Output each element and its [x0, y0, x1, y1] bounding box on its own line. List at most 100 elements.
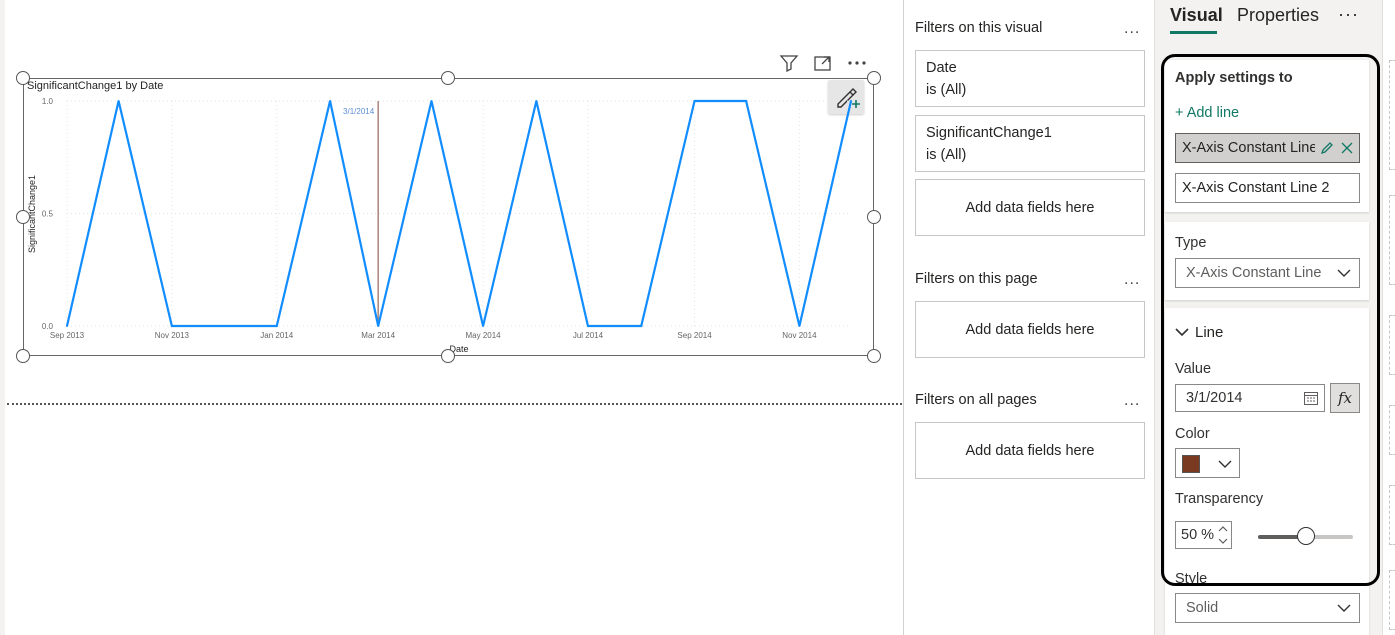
chart: SignificantChange1 by DateDateSignifican… [27, 80, 853, 354]
filter-card-state: is (All) [926, 147, 967, 163]
x-tick-label: Nov 2014 [782, 331, 817, 340]
style-dropdown[interactable]: Solid [1175, 593, 1360, 623]
filters-on-page-title: Filters on this page [915, 271, 1038, 287]
filters-all-pages-more-button[interactable]: ... [1124, 392, 1140, 410]
color-picker[interactable] [1175, 448, 1240, 478]
format-pane: Visual Properties ··· Apply settings to … [1155, 0, 1382, 635]
page-break-line [7, 403, 902, 405]
data-point [535, 100, 538, 102]
spin-down-icon[interactable] [1217, 537, 1229, 545]
filter-card-significantchange1[interactable]: SignificantChange1 is (All) [915, 115, 1145, 172]
chevron-down-icon [1175, 328, 1189, 337]
transparency-slider-thumb[interactable] [1296, 527, 1315, 545]
type-card: Type X-Axis Constant Line [1165, 222, 1369, 300]
strip-placeholder [1389, 315, 1395, 375]
close-icon[interactable] [1339, 140, 1355, 156]
type-dropdown[interactable]: X-Axis Constant Line [1175, 258, 1360, 288]
line-item-1[interactable]: X-Axis Constant Line 1 [1175, 133, 1360, 163]
chevron-down-icon [1218, 460, 1232, 468]
strip-placeholder [1389, 570, 1395, 630]
data-point [693, 100, 696, 102]
calendar-icon[interactable] [1303, 390, 1319, 406]
x-tick-label: Mar 2014 [361, 331, 395, 340]
resize-handle-left[interactable] [16, 210, 30, 224]
resize-handle-bottom-right[interactable] [867, 349, 881, 363]
data-point [850, 100, 852, 102]
type-label: Type [1175, 235, 1207, 251]
active-tab-indicator [1170, 31, 1217, 34]
transparency-input[interactable]: 50 % [1175, 521, 1232, 549]
data-point [117, 100, 120, 102]
resize-handle-top[interactable] [441, 71, 455, 85]
line-section-title: Line [1195, 324, 1224, 341]
filters-visual-more-button[interactable]: ... [1124, 20, 1140, 38]
resize-handle-bottom-left[interactable] [16, 349, 30, 363]
line-item-2[interactable]: X-Axis Constant Line 2 [1175, 173, 1360, 203]
strip-placeholder [1389, 195, 1395, 285]
format-more-button[interactable]: ··· [1338, 4, 1359, 25]
strip-placeholder [1389, 60, 1395, 170]
tab-visual[interactable]: Visual [1170, 5, 1223, 26]
x-tick-label: Nov 2013 [155, 331, 190, 340]
chart-title: SignificantChange1 by Date [27, 80, 163, 92]
data-point [66, 325, 68, 327]
tab-properties[interactable]: Properties [1237, 5, 1319, 26]
filter-card-state: is (All) [926, 82, 967, 98]
filters-page-more-button[interactable]: ... [1124, 271, 1140, 289]
apply-settings-card: Apply settings to + Add line X-Axis Cons… [1165, 60, 1369, 212]
data-point [329, 100, 332, 102]
add-line-button[interactable]: + Add line [1175, 105, 1239, 121]
x-tick-label: Jan 2014 [260, 331, 293, 340]
resize-handle-right[interactable] [867, 210, 881, 224]
constant-line-label: 3/1/2014 [343, 107, 375, 116]
line-item-label: X-Axis Constant Line 1 [1182, 140, 1330, 156]
edit-icon[interactable] [1319, 140, 1335, 156]
color-swatch [1182, 455, 1200, 473]
y-tick-label: 0.0 [42, 322, 54, 331]
color-label: Color [1175, 426, 1210, 442]
value-date-input[interactable]: 3/1/2014 [1175, 384, 1325, 412]
all-pages-filter-drop-zone[interactable]: Add data fields here [915, 422, 1145, 479]
transparency-slider[interactable] [1258, 527, 1353, 545]
filter-card-date[interactable]: Date is (All) [915, 50, 1145, 107]
x-tick-label: Sep 2013 [50, 331, 85, 340]
data-point [222, 325, 225, 327]
value-label: Value [1175, 361, 1212, 377]
strip-placeholder [1389, 405, 1395, 455]
strip-placeholder [1389, 485, 1395, 545]
x-tick-label: May 2014 [465, 331, 501, 340]
data-point [586, 325, 589, 327]
collapsed-pane-strip [1382, 0, 1395, 635]
y-tick-label: 0.5 [42, 210, 54, 219]
data-point [482, 325, 485, 327]
x-tick-label: Sep 2014 [677, 331, 712, 340]
spin-up-icon[interactable] [1217, 525, 1229, 533]
x-tick-label: Jul 2014 [573, 331, 604, 340]
fx-button[interactable]: fx [1330, 383, 1360, 413]
filter-card-field: SignificantChange1 [926, 125, 1052, 141]
filter-card-field: Date [926, 60, 957, 76]
resize-handle-bottom[interactable] [441, 349, 455, 363]
style-label: Style [1175, 571, 1208, 587]
transparency-label: Transparency [1175, 491, 1264, 507]
resize-handle-top-right[interactable] [867, 71, 881, 85]
data-point [430, 100, 433, 102]
transparency-value: 50 % [1181, 527, 1215, 543]
y-tick-label: 1.0 [42, 97, 54, 106]
line-item-label: X-Axis Constant Line 2 [1182, 180, 1330, 196]
filters-pane: Filters on this visual ... Date is (All)… [903, 0, 1154, 635]
report-canvas[interactable]: SignificantChange1 by Date Date Significan… [0, 0, 903, 635]
resize-handle-top-left[interactable] [16, 71, 30, 85]
page-filter-drop-zone[interactable]: Add data fields here [915, 301, 1145, 358]
line-section-card: Line Value 3/1/2014 fx Color Transparenc… [1165, 308, 1369, 635]
visual-filter-drop-zone[interactable]: Add data fields here [915, 179, 1145, 236]
data-point [377, 325, 380, 327]
chevron-down-icon [1337, 269, 1351, 277]
style-dropdown-value: Solid [1186, 600, 1219, 616]
value-date-text: 3/1/2014 [1186, 390, 1243, 406]
filters-on-all-pages-title: Filters on all pages [915, 392, 1037, 408]
data-point [640, 325, 643, 327]
data-point [275, 325, 278, 327]
chevron-down-icon [1337, 604, 1351, 612]
filters-on-visual-title: Filters on this visual [915, 20, 1043, 36]
